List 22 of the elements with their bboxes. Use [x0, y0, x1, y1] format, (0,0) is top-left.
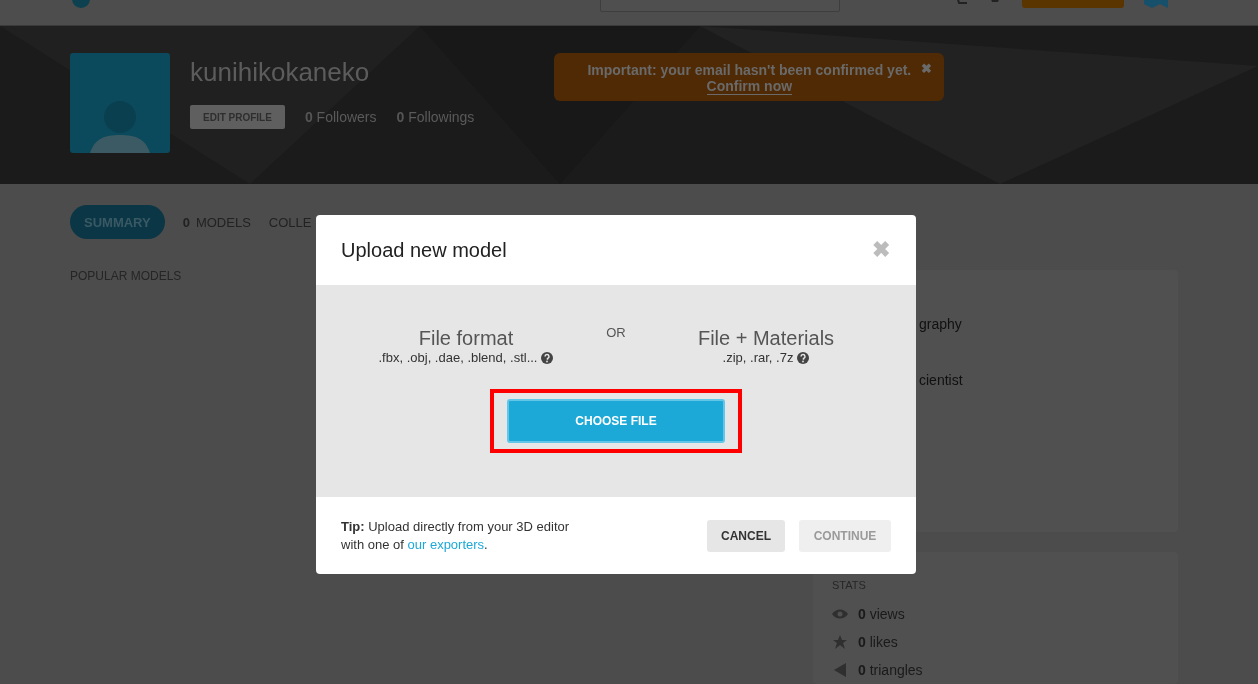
- eye-icon: [832, 609, 848, 619]
- close-icon[interactable]: ✖: [872, 237, 890, 263]
- confirm-link[interactable]: Confirm now: [706, 78, 793, 95]
- choose-file-button[interactable]: CHOOSE FILE: [507, 399, 725, 443]
- help-icon[interactable]: [797, 351, 810, 364]
- dialog-button[interactable]: CANCEL: [707, 519, 785, 552]
- help-icon[interactable]: [541, 351, 554, 364]
- info-text: cientist: [919, 372, 964, 388]
- option-title: File + Materials: [697, 327, 835, 350]
- triangle-icon: [834, 663, 846, 677]
- alert-message: Important: your email hasn't been confirmed yet.: [587, 62, 912, 78]
- modal-title: Upload new model: [341, 238, 507, 262]
- or-label: OR: [605, 325, 627, 340]
- format-list: .fbx, .obj, .dae, .blend, .stl...: [378, 350, 538, 365]
- info-text: graphy: [919, 316, 963, 332]
- username: kunihikokaneko: [190, 57, 371, 89]
- close-icon[interactable]: ✖: [921, 61, 933, 77]
- format-list: .zip, .rar, .7z: [722, 350, 794, 365]
- follow-count[interactable]: 0 Followings: [396, 109, 475, 125]
- tip-text: Tip: Upload directly from your 3D editor with one of our exporters.: [341, 517, 571, 554]
- star-icon: [833, 635, 847, 649]
- option-title: File format: [418, 327, 514, 350]
